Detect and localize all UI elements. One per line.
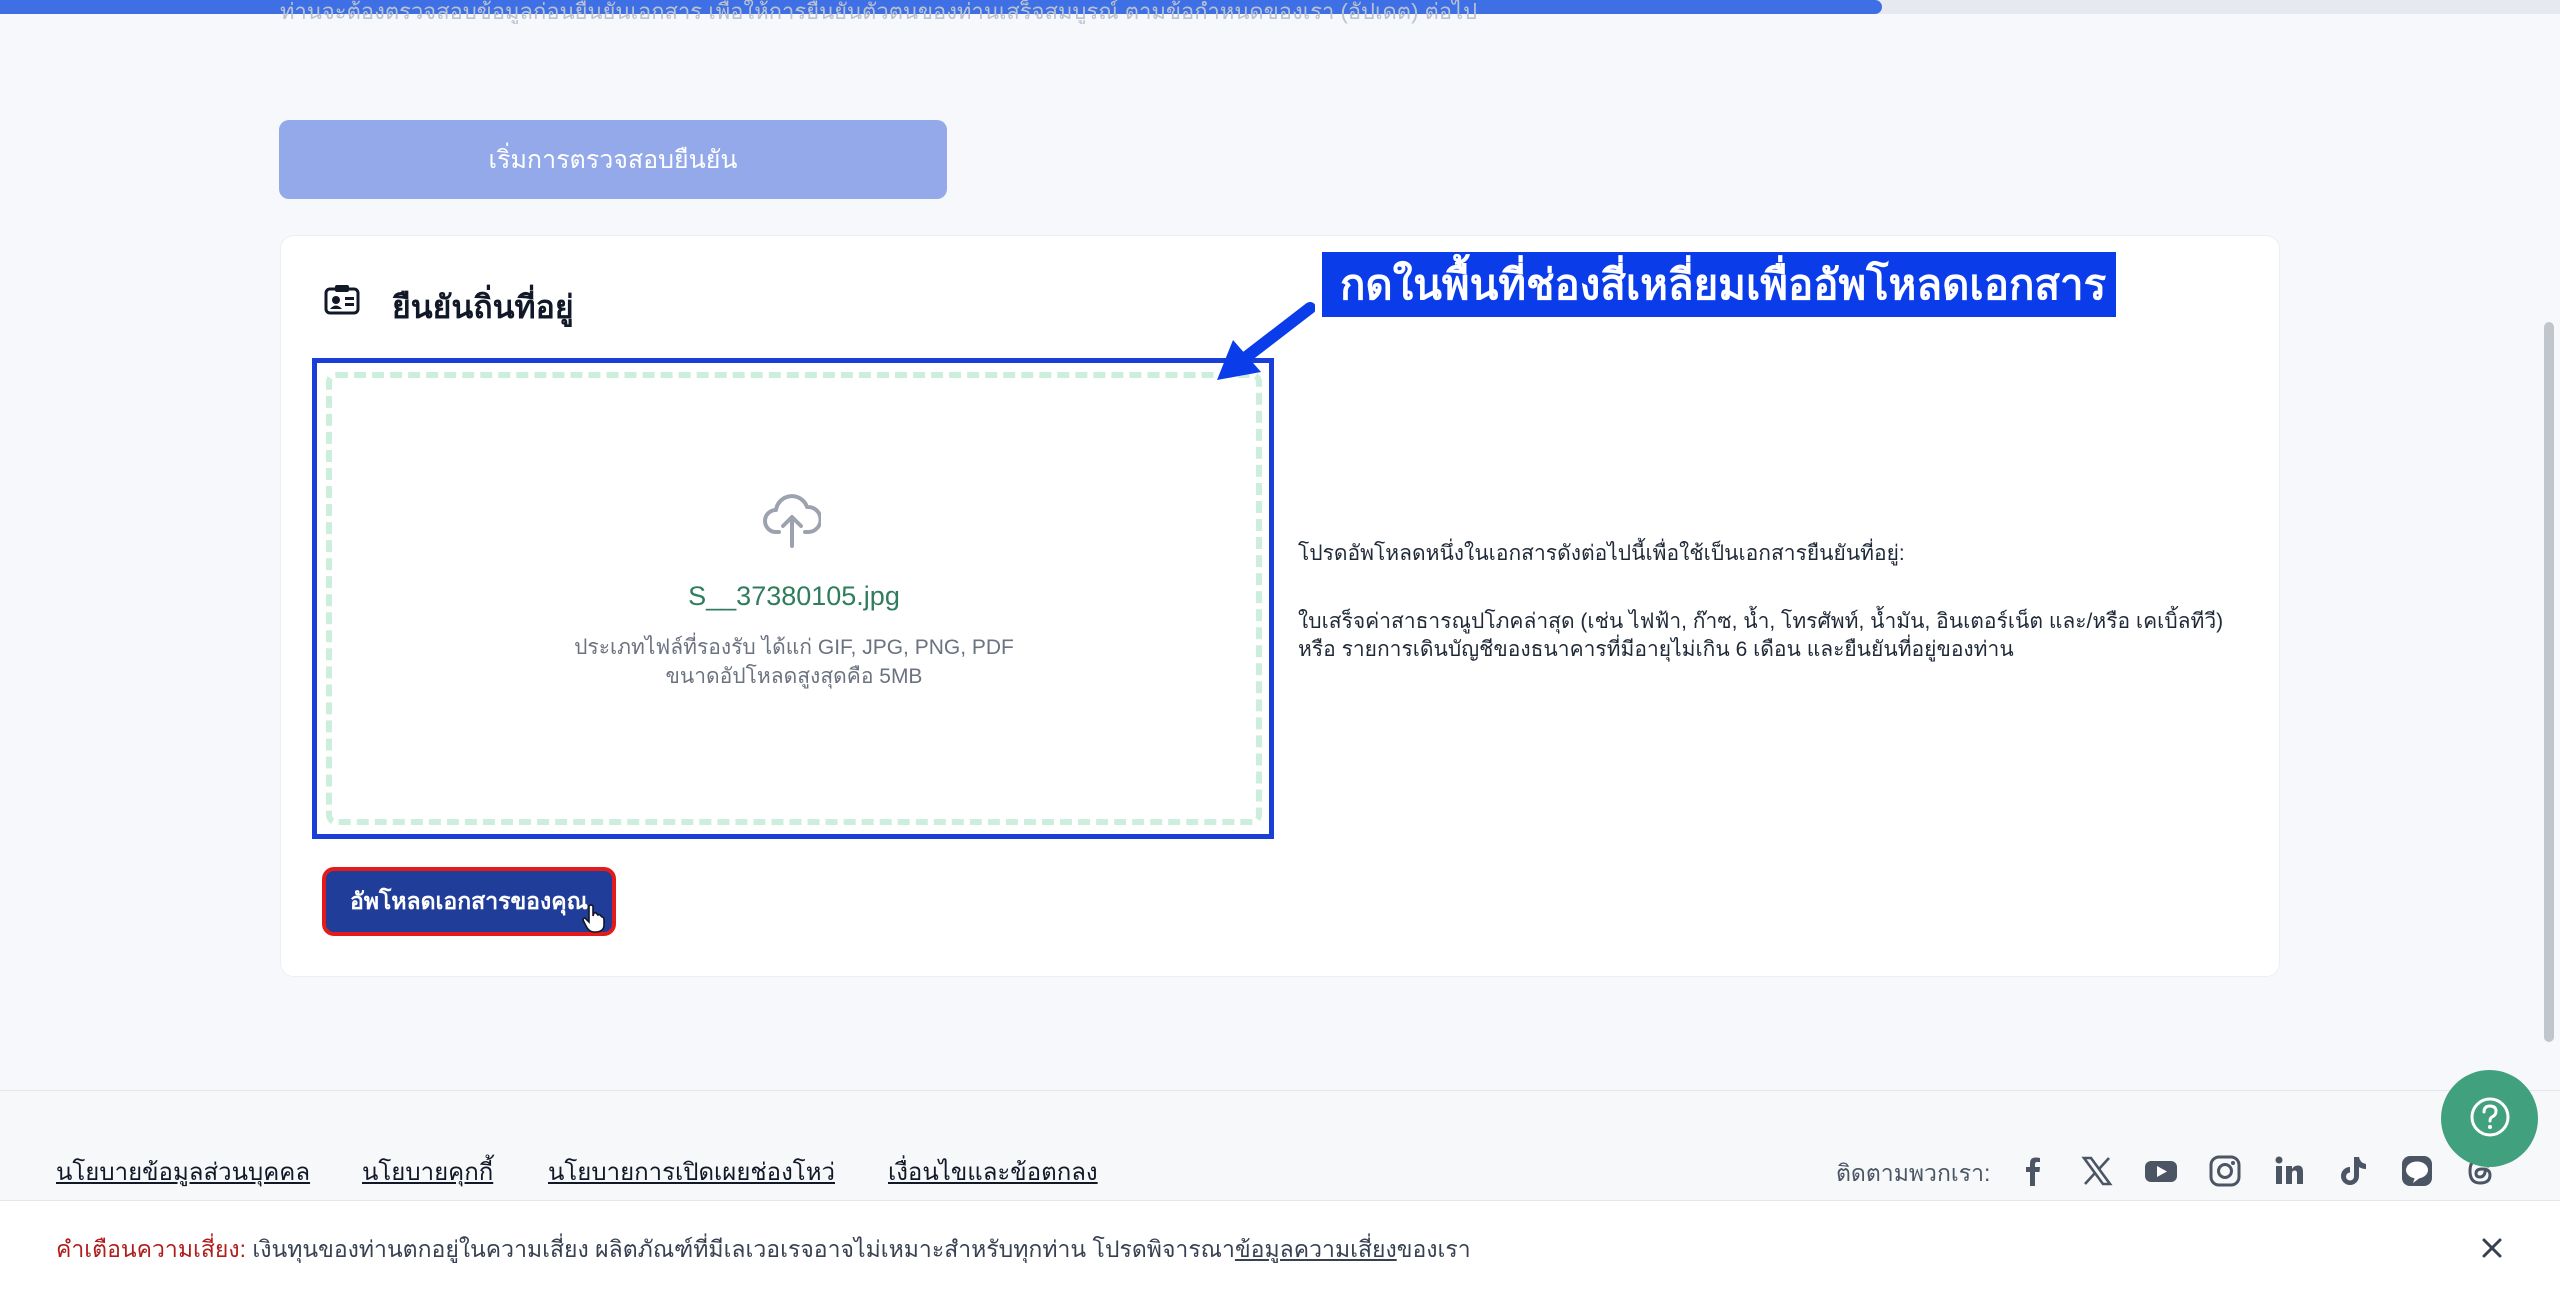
help-chat-button[interactable] xyxy=(2441,1070,2538,1167)
facebook-icon[interactable] xyxy=(2016,1154,2050,1188)
max-file-size: ขนาดอัปโหลดสูงสุดคือ 5MB xyxy=(665,665,923,688)
risk-warning-label: คำเตือนความเสี่ยง: xyxy=(56,1236,247,1262)
question-icon xyxy=(2468,1095,2512,1142)
upload-document-button[interactable]: อัพโหลดเอกสารของคุณ xyxy=(322,867,616,936)
annotation-arrow-icon xyxy=(1215,300,1316,385)
selected-file-name: S__37380105.jpg xyxy=(688,581,900,611)
id-card-icon xyxy=(324,284,360,316)
hand-cursor-icon xyxy=(582,903,606,933)
cloud-upload-icon xyxy=(763,490,823,548)
x-icon[interactable] xyxy=(2080,1154,2114,1188)
risk-warning-message: เงินทุนของท่านตกอยู่ในความเสี่ยง ผลิตภัณ… xyxy=(246,1236,1235,1262)
card-title: ยืนยันถิ่นที่อยู่ xyxy=(392,289,574,325)
risk-warning-text: คำเตือนความเสี่ยง: เงินทุนของท่านตกอยู่ใ… xyxy=(56,1232,1471,1268)
footer-link-vulnerability[interactable]: นโยบายการเปิดเผยช่องโหว่ xyxy=(548,1152,835,1191)
linkedin-icon[interactable] xyxy=(2272,1154,2306,1188)
youtube-icon[interactable] xyxy=(2144,1154,2178,1188)
tiktok-icon[interactable] xyxy=(2336,1154,2370,1188)
risk-warning-suffix: ของเรา xyxy=(1396,1236,1471,1262)
instruction-heading: โปรดอัพโหลดหนึ่งในเอกสารดังต่อไปนี้เพื่อ… xyxy=(1298,542,1905,565)
risk-information-link[interactable]: ข้อมูลความเสี่ยง xyxy=(1235,1236,1397,1262)
line-icon[interactable] xyxy=(2400,1154,2434,1188)
start-verification-button[interactable]: เริ่มการตรวจสอบยืนยัน xyxy=(279,120,947,199)
annotation-callout: กดในพื้นที่ช่องสี่เหลี่ยมเพื่ออัพโหลดเอก… xyxy=(1322,252,2116,317)
instruction-detail: ใบเสร็จค่าสาธารณูปโภคล่าสุด (เช่น ไฟฟ้า,… xyxy=(1298,610,2224,661)
close-icon[interactable] xyxy=(2478,1234,2506,1262)
follow-us-label: ติดตามพวกเรา: xyxy=(1836,1160,1991,1186)
footer-link-cookies[interactable]: นโยบายคุกกี้ xyxy=(362,1152,493,1191)
footer-link-terms[interactable]: เงื่อนไขและข้อตกลง xyxy=(888,1152,1098,1191)
footer-link-privacy[interactable]: นโยบายข้อมูลส่วนบุคคล xyxy=(56,1152,310,1191)
page-scrollbar[interactable] xyxy=(2544,322,2554,1042)
instagram-icon[interactable] xyxy=(2208,1154,2242,1188)
scrolled-description-text: ท่านจะต้องตรวจสอบข้อมูลก่อนยืนยันเอกสาร … xyxy=(280,0,1478,24)
